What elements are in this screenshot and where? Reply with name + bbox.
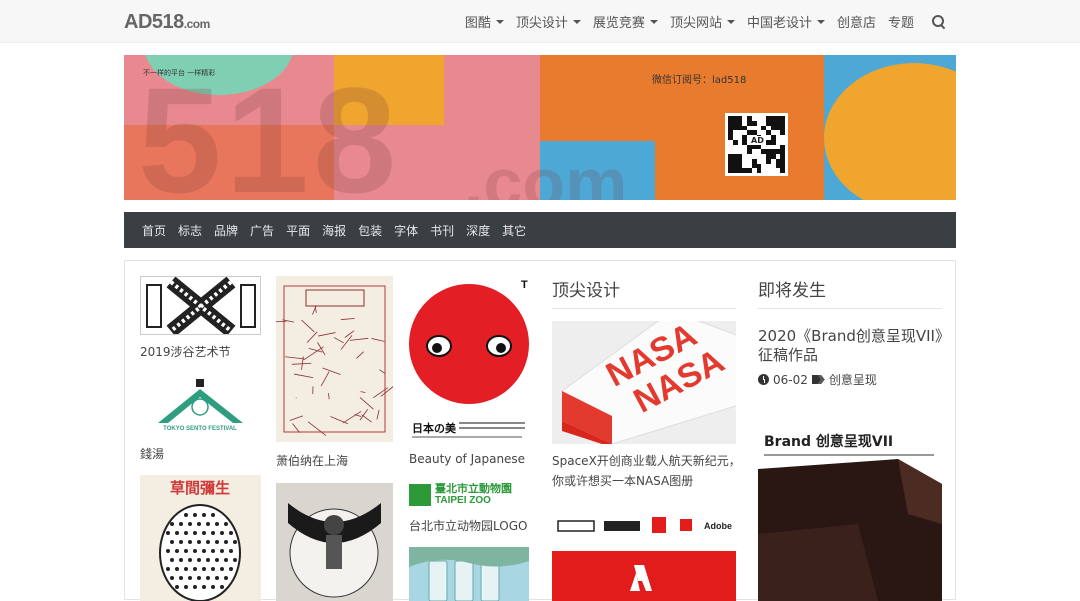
caption-shibuya-art[interactable]: 2019涉谷艺术节 xyxy=(140,343,231,360)
tags-icon xyxy=(812,374,825,385)
thumb-shibuya-art[interactable] xyxy=(140,276,261,335)
thumb-adobe[interactable]: Adobe xyxy=(552,513,736,601)
nav-item-label: 专题 xyxy=(888,12,914,31)
caption-taipei-zoo[interactable]: 台北市立动物园LOGO xyxy=(409,517,527,534)
category-home[interactable]: 首页 xyxy=(142,222,166,239)
nav-item-label: 创意店 xyxy=(837,12,876,31)
brand-poster-image: Brand 创意呈现VII xyxy=(758,404,942,601)
nav-item-top-design[interactable]: 顶尖设计 xyxy=(510,12,587,31)
nav-item-exhibition[interactable]: 展览竞赛 xyxy=(587,12,664,31)
caption-beauty-japanese[interactable]: Beauty of Japanese xyxy=(409,452,525,466)
thumb-brand-poster[interactable]: Brand 创意呈现VII xyxy=(758,404,942,601)
top-navbar: AD518.com 图酷 顶尖设计 展览竞赛 顶尖网站 中国老设计 创意店 专题 xyxy=(0,0,1080,43)
search-button[interactable] xyxy=(920,15,952,29)
section-title-upcoming[interactable]: 即将发生 xyxy=(758,276,826,301)
nav-item-label: 展览竞赛 xyxy=(593,12,645,31)
thumb-sento[interactable]: TOKYO SENTO FESTIVAL xyxy=(140,373,261,437)
banner-slogan: 不一样的平台 一样精彩 xyxy=(143,68,215,78)
content-panel: 2019涉谷艺术节 TOKYO SENTO FESTIVAL 錢湯 草間彌生 萧… xyxy=(124,260,956,600)
brand-poster-title: Brand 创意呈现VII xyxy=(764,433,893,450)
caption-shaw-shanghai[interactable]: 萧伯纳在上海 xyxy=(276,452,348,469)
nav-item-top-sites[interactable]: 顶尖网站 xyxy=(664,12,741,31)
nav-item-tuku[interactable]: 图酷 xyxy=(459,12,510,31)
hero-banner[interactable]: 518 .com 不一样的平台 一样精彩 微信订阅号：lad518 AD xyxy=(124,55,956,200)
nav-item-topics[interactable]: 专题 xyxy=(882,12,920,31)
site-logo[interactable]: AD518.com xyxy=(124,11,210,34)
main-nav: 图酷 顶尖设计 展览竞赛 顶尖网站 中国老设计 创意店 专题 xyxy=(459,0,952,43)
section-divider xyxy=(552,308,736,309)
chevron-down-icon xyxy=(650,20,658,24)
category-logo[interactable]: 标志 xyxy=(178,222,202,239)
nav-item-creative-shop[interactable]: 创意店 xyxy=(831,12,882,31)
shibuya-art-image xyxy=(141,277,261,335)
svg-text:T: T xyxy=(521,279,528,291)
article-desc-nasa[interactable]: SpaceX开创商业载人航天新纪元，你或许想买一本NASA图册 xyxy=(552,451,742,491)
article-date: 06-02 xyxy=(773,373,808,387)
nav-item-label: 顶尖设计 xyxy=(516,12,568,31)
category-in-depth[interactable]: 深度 xyxy=(466,222,490,239)
thumb-illustration[interactable] xyxy=(276,483,393,601)
chevron-down-icon xyxy=(573,20,581,24)
adobe-logos-image: Adobe xyxy=(552,513,736,601)
wechat-qr-code: AD xyxy=(725,113,788,176)
illustration-image xyxy=(276,483,393,601)
nav-item-china-old-design[interactable]: 中国老设计 xyxy=(741,12,831,31)
japan-poster-title: 日本の美 xyxy=(412,421,457,435)
caption-sento[interactable]: 錢湯 xyxy=(140,445,164,462)
zoo-logo-mark xyxy=(409,484,431,506)
logo-main-text: AD518 xyxy=(124,11,184,33)
section-divider xyxy=(758,308,942,309)
banner-wechat-text: 微信订阅号：lad518 xyxy=(652,71,746,86)
category-other[interactable]: 其它 xyxy=(502,222,526,239)
qr-center-label: AD xyxy=(749,136,766,145)
logo-suffix-text: .com xyxy=(184,17,210,31)
thumb-nasa-book[interactable]: NASA NASA xyxy=(552,321,736,444)
nav-item-label: 顶尖网站 xyxy=(670,12,722,31)
sento-image: TOKYO SENTO FESTIVAL xyxy=(140,373,261,437)
thumb-kusama[interactable]: 草間彌生 xyxy=(140,475,261,601)
banner-com-text: .com xyxy=(464,143,627,200)
kusama-poster-image: 草間彌生 xyxy=(140,475,261,601)
nav-item-label: 图酷 xyxy=(465,12,491,31)
search-icon xyxy=(932,15,946,29)
section-title-top-design[interactable]: 顶尖设计 xyxy=(552,276,620,301)
nasa-book-image: NASA NASA xyxy=(552,321,736,444)
nav-item-label: 中国老设计 xyxy=(747,12,812,31)
thumb-shaw-shanghai[interactable] xyxy=(276,276,393,442)
category-nav: 首页 标志 品牌 广告 平面 海报 包装 字体 书刊 深度 其它 xyxy=(124,212,956,248)
clock-icon xyxy=(758,374,769,385)
category-typeface[interactable]: 字体 xyxy=(394,222,418,239)
zoo-logo-cn-text: 臺北市立動物園 xyxy=(435,483,512,495)
article-meta: 06-02 创意呈现 xyxy=(758,371,877,388)
article-title-brand[interactable]: 2020《Brand创意呈现VII》征稿作品 xyxy=(758,327,948,365)
category-books[interactable]: 书刊 xyxy=(430,222,454,239)
shaw-shanghai-image xyxy=(276,276,393,442)
category-packaging[interactable]: 包装 xyxy=(358,222,382,239)
chevron-down-icon xyxy=(496,20,504,24)
adobe-logo-text: Adobe xyxy=(704,521,732,531)
banner-big-text: 518 xyxy=(138,65,400,200)
article-tag[interactable]: 创意呈现 xyxy=(829,371,877,388)
kusama-title: 草間彌生 xyxy=(170,479,230,497)
sento-logo-text: TOKYO SENTO FESTIVAL xyxy=(163,426,237,432)
taipei-zoo-logo: 臺北市立動物園 TAIPEI ZOO xyxy=(409,483,529,507)
category-graphic[interactable]: 平面 xyxy=(286,222,310,239)
thumb-taipei-zoo[interactable]: 臺北市立動物園 TAIPEI ZOO xyxy=(409,483,529,513)
category-poster[interactable]: 海报 xyxy=(322,222,346,239)
chevron-down-icon xyxy=(817,20,825,24)
category-ads[interactable]: 广告 xyxy=(250,222,274,239)
beauty-japanese-image: T 日本の美 xyxy=(409,276,529,442)
category-brand[interactable]: 品牌 xyxy=(214,222,238,239)
chevron-down-icon xyxy=(727,20,735,24)
thumb-beauty-japanese[interactable]: T 日本の美 xyxy=(409,276,529,442)
zoo-logo-en-text: TAIPEI ZOO xyxy=(435,495,512,507)
